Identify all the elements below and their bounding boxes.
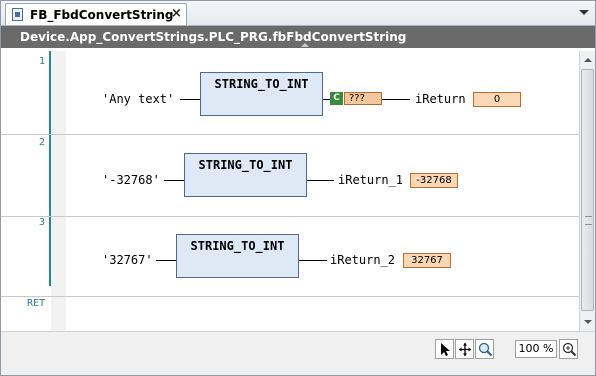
wire bbox=[299, 260, 327, 261]
pointer-tool-button[interactable] bbox=[435, 339, 454, 359]
tab-fb-fbdconvertstring[interactable]: FB_FbdConvertString × bbox=[5, 3, 187, 25]
scroll-down-icon[interactable] bbox=[582, 315, 593, 329]
wire bbox=[164, 180, 184, 181]
network-separator bbox=[1, 134, 579, 135]
input-constant[interactable]: 'Any text' bbox=[102, 92, 174, 106]
wire bbox=[307, 180, 334, 181]
tab-strip: FB_FbdConvertString × bbox=[1, 1, 595, 26]
instance-path: Device.App_ConvertStrings.PLC_PRG.fbFbdC… bbox=[20, 30, 407, 44]
online-value: -32768 bbox=[410, 173, 458, 188]
network-separator bbox=[1, 296, 579, 297]
constant-badge: C bbox=[330, 92, 343, 105]
scroll-up-icon[interactable] bbox=[582, 53, 593, 67]
instance-path-bar: Device.App_ConvertStrings.PLC_PRG.fbFbdC… bbox=[1, 26, 595, 48]
zoom-tool-button[interactable] bbox=[475, 339, 494, 359]
function-block-icon bbox=[12, 8, 23, 21]
function-block-name: STRING_TO_INT bbox=[198, 158, 293, 172]
online-value: 0 bbox=[473, 92, 521, 107]
output-variable[interactable]: iReturn bbox=[415, 92, 466, 106]
move-icon bbox=[459, 343, 471, 356]
vertical-scrollbar[interactable] bbox=[579, 51, 595, 331]
network-separator bbox=[1, 216, 579, 217]
function-block[interactable]: STRING_TO_INT bbox=[184, 153, 307, 197]
network-number: RET bbox=[26, 298, 45, 309]
wire bbox=[323, 99, 330, 100]
move-tool-button[interactable] bbox=[455, 339, 474, 359]
network-number: 3 bbox=[38, 217, 45, 228]
function-block[interactable]: STRING_TO_INT bbox=[200, 72, 323, 116]
wire bbox=[382, 99, 410, 100]
function-block-name: STRING_TO_INT bbox=[214, 77, 309, 91]
zoom-options-icon bbox=[562, 342, 577, 357]
grip-icon bbox=[585, 216, 592, 225]
zoom-options-button[interactable] bbox=[559, 339, 578, 359]
caret-up-icon bbox=[301, 43, 309, 47]
network-gutter bbox=[1, 51, 49, 331]
zoom-level[interactable]: 100 % bbox=[515, 340, 557, 358]
function-block-name: STRING_TO_INT bbox=[190, 239, 285, 253]
input-constant[interactable]: '-32768' bbox=[102, 173, 160, 187]
network-number: 2 bbox=[38, 137, 45, 148]
function-block[interactable]: STRING_TO_INT bbox=[176, 234, 299, 278]
close-icon[interactable]: × bbox=[171, 6, 182, 21]
wire bbox=[180, 99, 200, 100]
bottom-toolbar: 100 % bbox=[1, 331, 595, 375]
zoom-icon bbox=[478, 342, 493, 357]
tab-list-dropdown-icon[interactable] bbox=[579, 10, 589, 15]
output-variable[interactable]: iReturn_1 bbox=[338, 173, 403, 187]
network-margin bbox=[51, 51, 66, 331]
output-value-field: ??? bbox=[344, 92, 382, 105]
online-value: 32767 bbox=[403, 253, 451, 268]
tab-title: FB_FbdConvertString bbox=[30, 8, 174, 22]
input-constant[interactable]: '32767' bbox=[102, 253, 153, 267]
output-variable[interactable]: iReturn_2 bbox=[330, 253, 395, 267]
wire bbox=[156, 260, 176, 261]
scrollbar-thumb[interactable] bbox=[581, 69, 594, 311]
editor-window: FB_FbdConvertString × Device.App_Convert… bbox=[0, 0, 596, 376]
network-number: 1 bbox=[38, 56, 45, 67]
fbd-editor[interactable]: 1 'Any text' STRING_TO_INT C ??? iReturn… bbox=[1, 51, 579, 331]
pointer-icon bbox=[441, 343, 450, 356]
